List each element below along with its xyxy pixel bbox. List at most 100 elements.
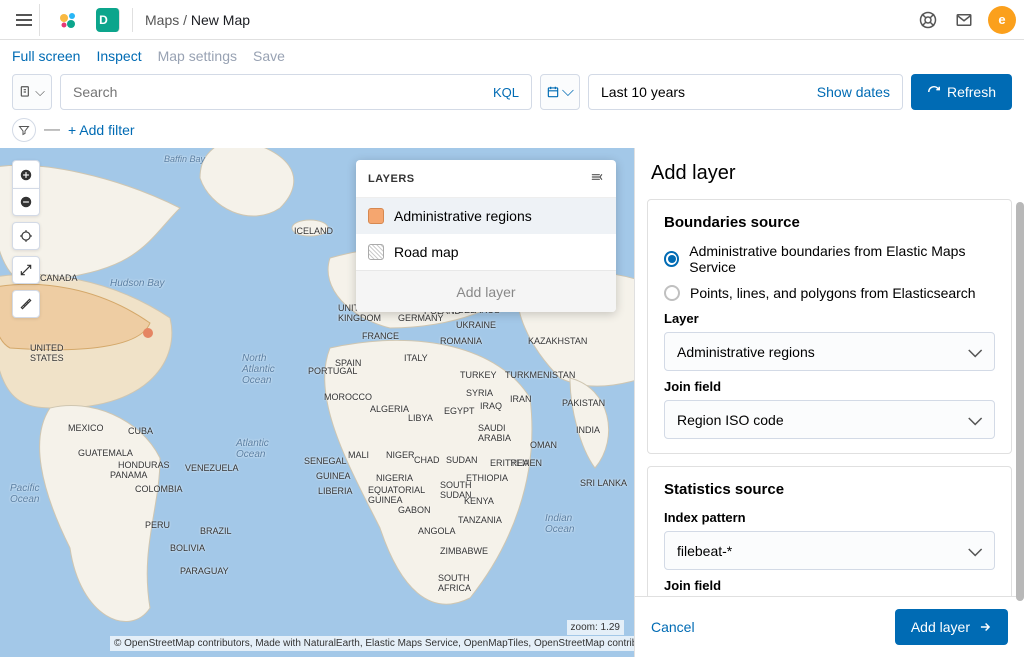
saved-query-button[interactable]: ⌵ <box>12 74 52 110</box>
map-label: FRANCE <box>362 331 399 341</box>
refresh-button[interactable]: Refresh <box>911 74 1012 110</box>
layer-item-label: Road map <box>394 244 459 260</box>
zoom-in-button[interactable] <box>12 160 40 188</box>
stats-heading: Statistics source <box>664 481 995 498</box>
layer-select[interactable]: Administrative regions ⌵ <box>664 332 995 371</box>
map-label: GUINEA <box>316 471 351 481</box>
mail-icon[interactable] <box>948 4 980 36</box>
add-layer-flyout: Add layer Boundaries source Administrati… <box>634 148 1024 657</box>
map-label: PAKISTAN <box>562 398 605 408</box>
nav-menu-button[interactable] <box>8 4 40 36</box>
map-label: CANADA <box>40 273 78 283</box>
chevron-down-icon: ⌵ <box>968 540 982 561</box>
map-label: SENEGAL <box>304 456 347 466</box>
map-label: Baffin Bay <box>164 154 205 164</box>
map-label: SRI LANKA <box>580 478 627 488</box>
search-input[interactable] <box>73 84 493 100</box>
map-label: MOROCCO <box>324 392 372 402</box>
query-bar: ⌵ KQL ⌵ Last 10 years Show dates Refresh <box>0 72 1024 112</box>
map-label: AtlanticOcean <box>236 438 269 460</box>
inspect-link[interactable]: Inspect <box>96 48 141 64</box>
radio-es-boundaries[interactable]: Points, lines, and polygons from Elastic… <box>664 285 995 301</box>
flyout-title: Add layer <box>635 148 1024 199</box>
layers-panel: LAYERS Administrative regions Road map A… <box>356 160 616 312</box>
layer-swatch-icon <box>368 244 384 260</box>
layer-item-label: Administrative regions <box>394 208 532 224</box>
index-pattern-select[interactable]: filebeat-* ⌵ <box>664 531 995 570</box>
map-label: ICELAND <box>294 226 333 236</box>
expand-icon <box>19 263 33 277</box>
map-label: ANGOLA <box>418 526 456 536</box>
layer-swatch-icon <box>368 208 384 224</box>
map-label: GABON <box>398 505 431 515</box>
map-label: ZIMBABWE <box>440 546 488 556</box>
flyout-footer: Cancel Add layer <box>635 596 1024 657</box>
flyout-scrollbar[interactable] <box>1016 202 1024 601</box>
kql-toggle[interactable]: KQL <box>493 85 519 100</box>
date-range-label: Last 10 years <box>601 84 685 100</box>
date-quick-select[interactable]: ⌵ <box>540 74 580 110</box>
map-label: IndianOcean <box>545 513 574 535</box>
map-label: TANZANIA <box>458 515 502 525</box>
fit-bounds-button[interactable] <box>12 222 40 250</box>
map-label: CHAD <box>414 455 440 465</box>
elastic-logo[interactable] <box>56 8 80 32</box>
map-label: ROMANIA <box>440 336 482 346</box>
expand-button[interactable] <box>12 256 40 284</box>
map-label: PANAMA <box>110 470 147 480</box>
help-icon[interactable] <box>912 4 944 36</box>
date-range-picker[interactable]: Last 10 years Show dates <box>588 74 903 110</box>
boundaries-source-card: Boundaries source Administrative boundar… <box>647 199 1012 454</box>
tools-button[interactable] <box>12 290 40 318</box>
add-layer-button[interactable]: Add layer <box>895 609 1008 645</box>
index-pattern-label: Index pattern <box>664 510 995 525</box>
avatar[interactable]: e <box>988 6 1016 34</box>
save-link: Save <box>253 48 285 64</box>
hamburger-icon <box>16 14 32 26</box>
map-label: GUATEMALA <box>78 448 133 458</box>
chevron-down-icon: ⌵ <box>968 409 982 430</box>
zoom-out-button[interactable] <box>12 188 40 216</box>
map-label: COLOMBIA <box>135 484 183 494</box>
map-label: NIGERIA <box>376 473 413 483</box>
space-badge[interactable]: D <box>96 8 120 32</box>
add-filter-link[interactable]: + Add filter <box>68 122 135 138</box>
crosshair-icon <box>19 229 33 243</box>
map-label: PORTUGAL <box>308 366 357 376</box>
map-label: IRAN <box>510 394 532 404</box>
map-label: LIBERIA <box>318 486 353 496</box>
map-label: BOLIVIA <box>170 543 205 553</box>
map-label: UKRAINE <box>456 320 496 330</box>
map-label: ETHIOPIA <box>466 473 508 483</box>
top-header: D Maps / New Map e <box>0 0 1024 40</box>
radio-ems-boundaries[interactable]: Administrative boundaries from Elastic M… <box>664 243 995 275</box>
show-dates-link[interactable]: Show dates <box>817 84 890 100</box>
map-attribution: © OpenStreetMap contributors, Made with … <box>110 636 664 651</box>
map-label: PERU <box>145 520 170 530</box>
map-label: TURKEY <box>460 370 497 380</box>
layers-panel-title: LAYERS <box>368 173 415 185</box>
full-screen-link[interactable]: Full screen <box>12 48 80 64</box>
map-settings-link: Map settings <box>158 48 237 64</box>
map-label: KENYA <box>464 496 494 506</box>
search-box[interactable]: KQL <box>60 74 532 110</box>
map-label: TURKMENISTAN <box>505 370 575 380</box>
layer-item-admin-regions[interactable]: Administrative regions <box>356 198 616 234</box>
map-label: LIBYA <box>408 413 433 423</box>
cancel-button[interactable]: Cancel <box>651 619 695 635</box>
ruler-icon <box>19 297 33 311</box>
filter-options-button[interactable] <box>12 118 36 142</box>
map-label: ALGERIA <box>370 404 409 414</box>
filter-icon <box>18 124 30 136</box>
boundaries-join-select[interactable]: Region ISO code ⌵ <box>664 400 995 439</box>
layers-collapse-icon[interactable] <box>590 170 604 187</box>
breadcrumb-root[interactable]: Maps <box>145 12 179 28</box>
map-label: NorthAtlanticOcean <box>242 353 275 386</box>
refresh-icon <box>927 85 941 99</box>
map-label: ERITREA <box>490 458 529 468</box>
add-layer-disabled-button: Add layer <box>356 270 616 312</box>
layer-item-road-map[interactable]: Road map <box>356 234 616 270</box>
map-label: CUBA <box>128 426 153 436</box>
map-label: Hudson Bay <box>110 278 164 289</box>
arrow-right-icon <box>978 620 992 634</box>
